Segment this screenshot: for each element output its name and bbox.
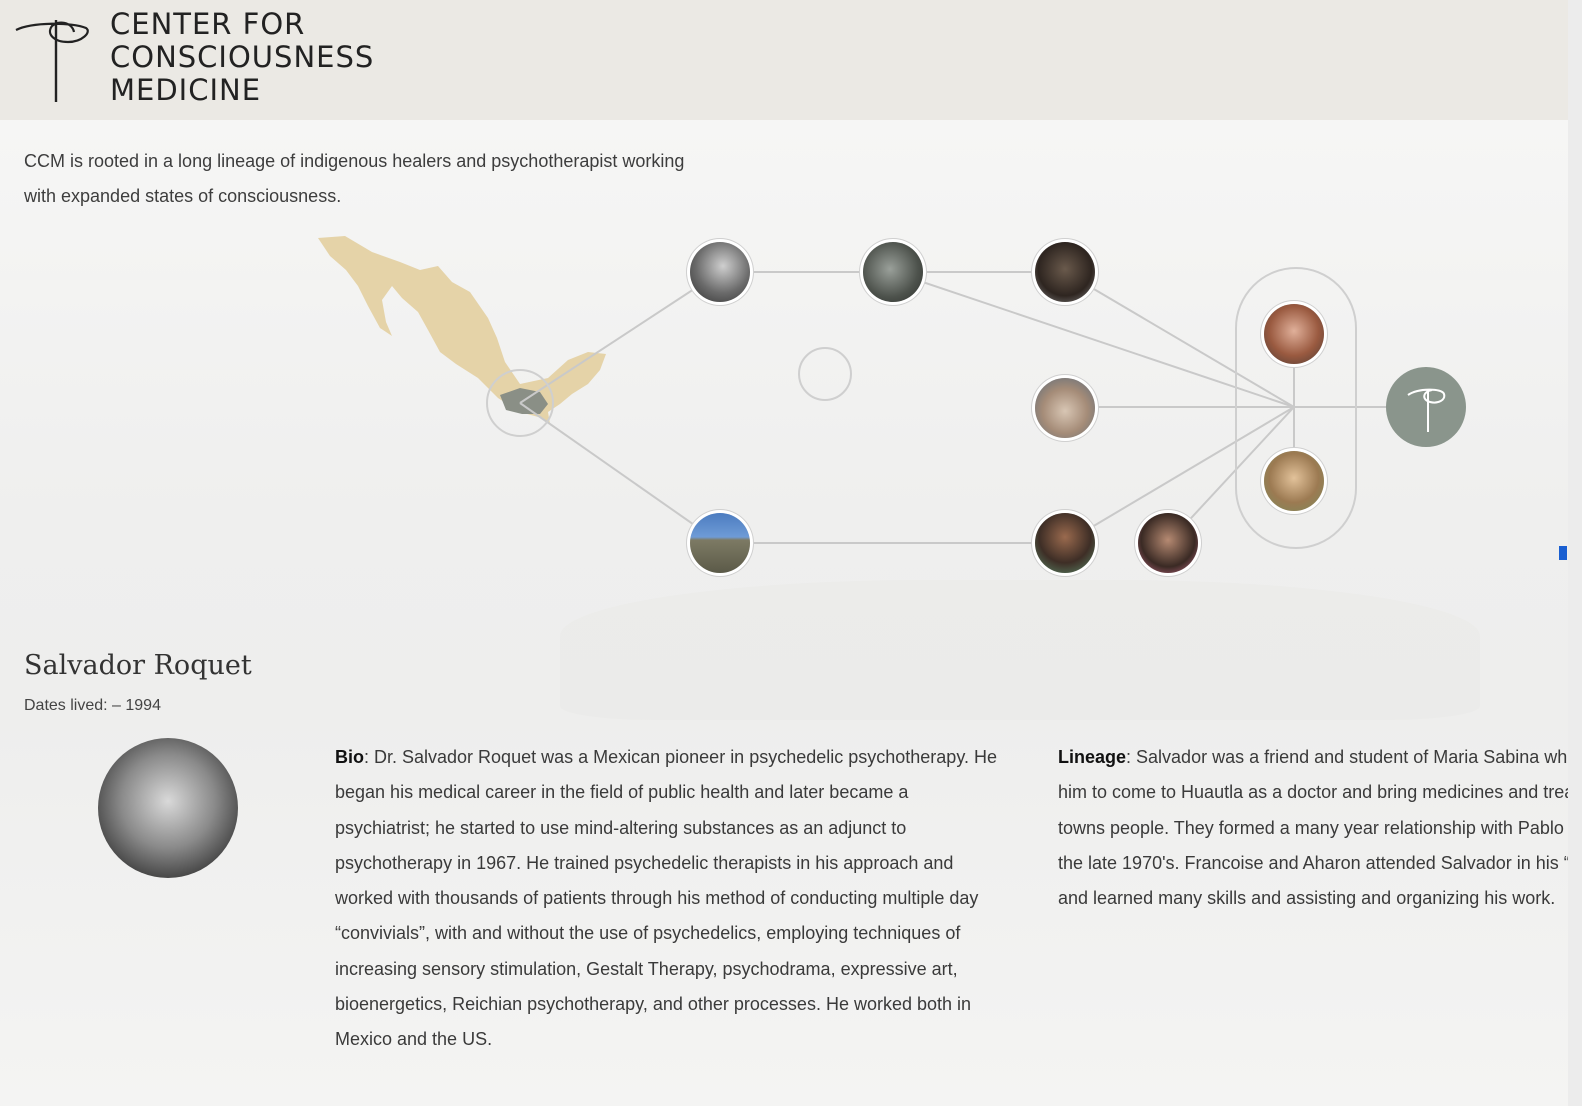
lineage-clip: Lineage: Salvador was a friend and stude… (0, 0, 1568, 1106)
lineage-section: Lineage: Salvador was a friend and stude… (1058, 740, 1568, 916)
scroll-marker[interactable] (1559, 546, 1567, 560)
page-edge (1568, 0, 1582, 1106)
lineage-text: : Salvador was a friend and student of M… (1058, 747, 1568, 909)
lineage-label: Lineage (1058, 747, 1127, 767)
